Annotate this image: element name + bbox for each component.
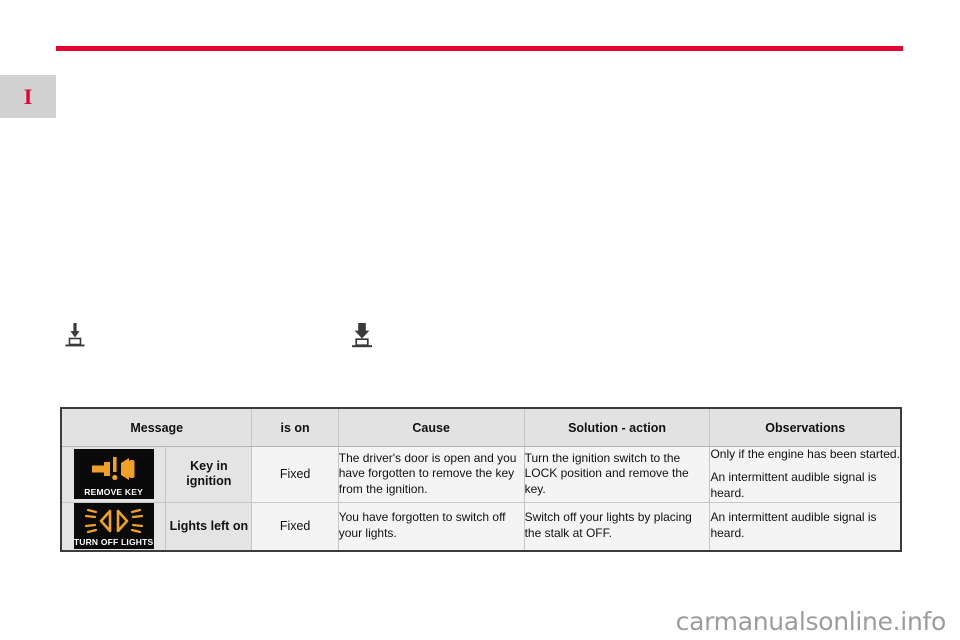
headlights-icon [84, 508, 143, 533]
observations-text: Only if the engine has been started. [710, 447, 900, 461]
chapter-tab-label: I [23, 83, 33, 109]
column-header-observations: Observations [709, 407, 902, 447]
watermark: carmanualsonline.info [675, 607, 947, 636]
table-row: TURN OFF LIGHTS Lights left on Fixed You… [60, 501, 902, 552]
telltale-cell: REMOVE KEY [60, 446, 167, 503]
solution-text: Turn the ignition switch to the LOCK pos… [524, 450, 689, 497]
warning-message-table: Message is on Cause Solution - action Ob… [60, 407, 902, 552]
column-header-is-on: is on [251, 407, 339, 447]
telltale-cell: TURN OFF LIGHTS [60, 501, 167, 552]
solution-cell: Turn the ignition switch to the LOCK pos… [523, 446, 711, 503]
telltale-caption: REMOVE KEY [84, 486, 143, 497]
telltale-badge-remove-key: REMOVE KEY [73, 448, 154, 500]
observations-cell: Only if the engine has been started. An … [709, 446, 902, 503]
telltale-caption: TURN OFF LIGHTS [73, 536, 154, 547]
key-warning-icon [91, 456, 135, 481]
insert-press-icon-small [64, 322, 86, 348]
solution-text: Switch off your lights by placing the st… [524, 510, 692, 541]
cause-text: You have forgotten to switch off your li… [338, 510, 506, 541]
observations-text: An intermittent audible signal is heard. [710, 469, 877, 500]
observations-cell: An intermittent audible signal is heard. [709, 501, 902, 552]
chapter-tab: I [0, 75, 56, 118]
solution-cell: Switch off your lights by placing the st… [523, 501, 711, 552]
insert-press-icon-large [350, 322, 374, 349]
observations-text: An intermittent audible signal is heard. [710, 510, 877, 541]
cause-cell: You have forgotten to switch off your li… [337, 501, 525, 552]
column-header-message: Message [60, 407, 253, 447]
message-label: Lights left on [165, 501, 253, 552]
cause-text: The driver's door is open and you have f… [338, 450, 517, 497]
table-row: REMOVE KEY Key in ignition Fixed The dri… [60, 446, 902, 503]
is-on-value: Fixed [251, 446, 339, 503]
header-rule [56, 46, 903, 51]
message-label: Key in ignition [165, 446, 253, 503]
telltale-badge-turn-off-lights: TURN OFF LIGHTS [73, 502, 154, 550]
cause-cell: The driver's door is open and you have f… [337, 446, 525, 503]
is-on-value: Fixed [251, 501, 339, 552]
column-header-cause: Cause [337, 407, 525, 447]
column-header-solution: Solution - action [523, 407, 711, 447]
table-header-row: Message is on Cause Solution - action Ob… [60, 407, 902, 447]
